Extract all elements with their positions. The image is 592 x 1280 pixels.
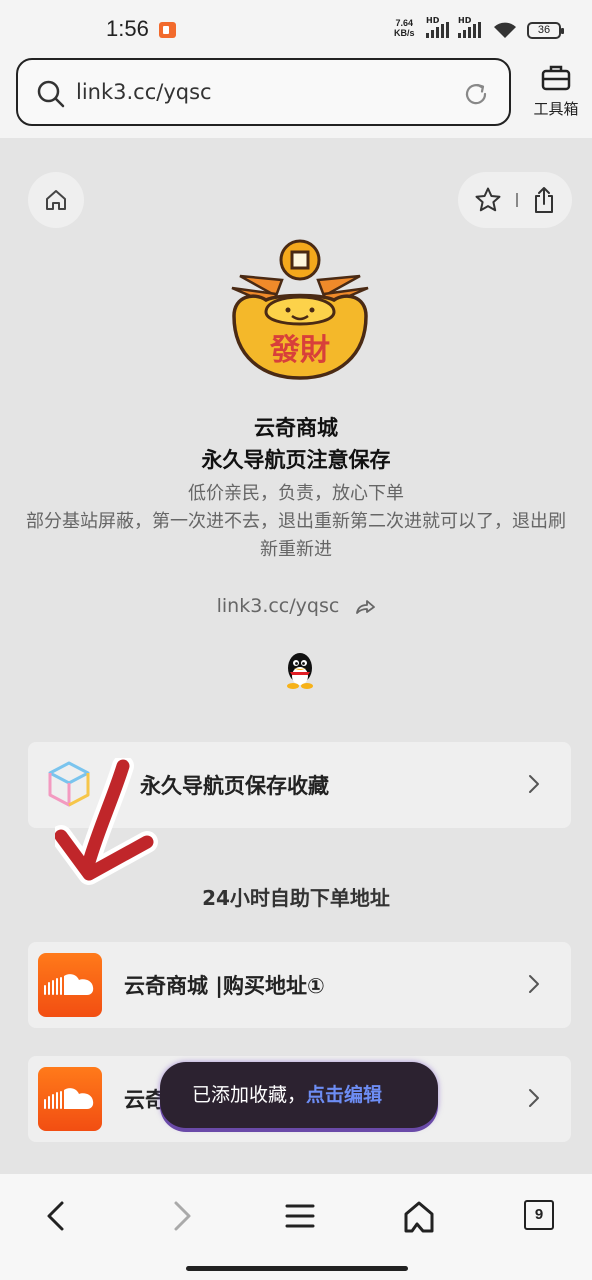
qq-penguin-icon[interactable] (283, 652, 317, 690)
soundcloud-cloud-shape (44, 1088, 94, 1109)
toast-edit-link[interactable]: 点击编辑 (306, 1084, 382, 1106)
network-speed-value: 7.64 (395, 18, 414, 28)
page-title: 云奇商城 (254, 416, 338, 440)
network-speed-unit: KB/s (394, 28, 415, 38)
star-icon[interactable] (474, 186, 502, 214)
page-link[interactable]: link3.cc/yqsc (0, 595, 592, 617)
wifi-icon (494, 22, 516, 38)
browser-bottom-nav: 9 (0, 1174, 592, 1280)
screen-record-icon (159, 22, 176, 38)
home-button[interactable] (28, 172, 84, 228)
home-nav-button[interactable] (402, 1200, 436, 1234)
status-time: 1:56 (106, 16, 149, 41)
soundcloud-icon (38, 1067, 102, 1131)
page-description: 低价亲民，负责，放心下单 部分基站屏蔽，第一次进不去，退出重新第二次进就可以了，… (20, 480, 572, 564)
address-bar[interactable]: link3.cc/yqsc (16, 58, 511, 126)
toolbox-label: 工具箱 (533, 100, 579, 118)
menu-button[interactable] (284, 1200, 316, 1232)
toolbox-icon (541, 65, 571, 91)
status-bar: 1:56 7.64 KB/s HD HD 36 (0, 0, 592, 56)
signal-sim2-icon: HD (458, 16, 481, 38)
toolbox-button[interactable]: 工具箱 (528, 64, 584, 119)
network-speed: 7.64 KB/s (394, 18, 415, 38)
forward-button[interactable] (166, 1200, 196, 1232)
home-icon (46, 190, 66, 210)
browser-top-bar: link3.cc/yqsc 工具箱 (0, 56, 592, 138)
address-url: link3.cc/yqsc (76, 80, 212, 104)
tab-count: 9 (524, 1200, 554, 1230)
page-subtitle: 永久导航页注意保存 (201, 448, 391, 472)
sim2-hd-label: HD (458, 16, 472, 25)
link-card-buy-1[interactable]: 云奇商城 |购买地址① (28, 942, 571, 1028)
page-content: 發財 云奇商城 永久导航页注意保存 低价亲民，负责，放心下单 部分基站屏蔽，第一… (0, 138, 592, 1174)
logo-text: 發財 (269, 333, 330, 368)
fortune-ingot-logo: 發財 (231, 239, 369, 380)
page-link-text: link3.cc/yqsc (216, 595, 340, 617)
sim1-hd-label: HD (426, 16, 440, 25)
share-icon[interactable] (532, 186, 556, 214)
search-icon (37, 80, 65, 108)
link-card-label: 云奇商城 |购买地址① (124, 974, 325, 998)
share-arrow-icon (356, 599, 376, 614)
link-card-label: 永久导航页保存收藏 (140, 774, 329, 798)
reload-icon[interactable] (463, 81, 489, 107)
signal-sim1-icon: HD (426, 16, 449, 38)
soundcloud-icon (38, 953, 102, 1017)
toast-message: 已添加收藏， (192, 1084, 307, 1106)
chevron-right-icon (529, 975, 539, 993)
soundcloud-cloud-shape (44, 974, 94, 995)
annotation-arrow-icon (55, 758, 158, 885)
chevron-right-icon (529, 1089, 539, 1107)
section-title: 24小时自助下单地址 (202, 886, 390, 910)
page-description-text: 低价亲民，负责，放心下单 部分基站屏蔽，第一次进不去，退出重新第二次进就可以了，… (26, 483, 566, 560)
page-actions (458, 172, 572, 228)
gesture-bar (186, 1266, 408, 1271)
battery-icon: 36 (527, 22, 564, 39)
bookmark-added-toast: 已添加收藏，点击编辑 (160, 1062, 438, 1128)
chevron-right-icon (529, 775, 539, 793)
back-button[interactable] (42, 1200, 72, 1232)
actions-divider (516, 193, 518, 207)
